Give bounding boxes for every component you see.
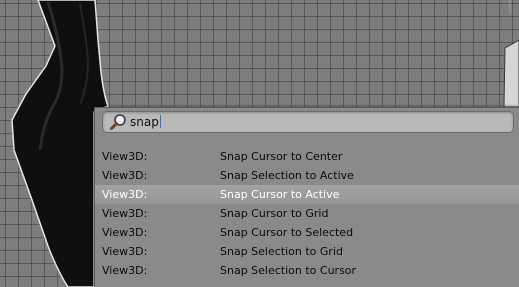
search-result-item[interactable]: View3D: Snap Selection to Active bbox=[95, 166, 519, 185]
result-context-label: View3D: bbox=[102, 207, 148, 220]
result-operator-name: Snap Cursor to Selected bbox=[220, 226, 354, 239]
search-result-item[interactable]: View3D: Snap Cursor to Active bbox=[95, 185, 519, 204]
result-operator-name: Snap Selection to Active bbox=[220, 169, 354, 182]
result-operator-name: Snap Cursor to Active bbox=[220, 188, 340, 201]
result-operator-name: Snap Selection to Grid bbox=[220, 245, 343, 258]
result-operator-name: Snap Selection to Cursor bbox=[220, 264, 357, 277]
search-result-item[interactable]: View3D: Snap Selection to Cursor bbox=[95, 261, 519, 280]
result-context-label: View3D: bbox=[102, 150, 148, 163]
search-result-item[interactable]: View3D: Snap Cursor to Grid bbox=[95, 204, 519, 223]
result-context-label: View3D: bbox=[102, 226, 148, 239]
mesh-object-right[interactable] bbox=[503, 39, 519, 108]
result-operator-name: Snap Cursor to Grid bbox=[220, 207, 329, 220]
search-result-item[interactable]: View3D: Snap Cursor to Center bbox=[95, 147, 519, 166]
search-result-item[interactable]: View3D: Snap Selection to Grid bbox=[95, 242, 519, 261]
search-query: snap bbox=[130, 115, 161, 129]
text-cursor bbox=[159, 115, 161, 128]
result-context-label: View3D: bbox=[102, 264, 148, 277]
result-context-label: View3D: bbox=[102, 245, 148, 258]
magnifier-icon bbox=[110, 114, 126, 130]
result-context-label: View3D: bbox=[102, 169, 148, 182]
operator-search-popup: snap View3D: Snap Cursor to Center View3D:… bbox=[94, 107, 519, 287]
search-result-item[interactable]: View3D: Snap Cursor to Selected bbox=[95, 223, 519, 242]
result-context-label: View3D: bbox=[102, 188, 148, 201]
search-results-list: View3D: Snap Cursor to Center View3D: Snap … bbox=[95, 147, 519, 280]
result-operator-name: Snap Cursor to Center bbox=[220, 150, 343, 163]
search-input[interactable]: snap bbox=[102, 111, 514, 133]
